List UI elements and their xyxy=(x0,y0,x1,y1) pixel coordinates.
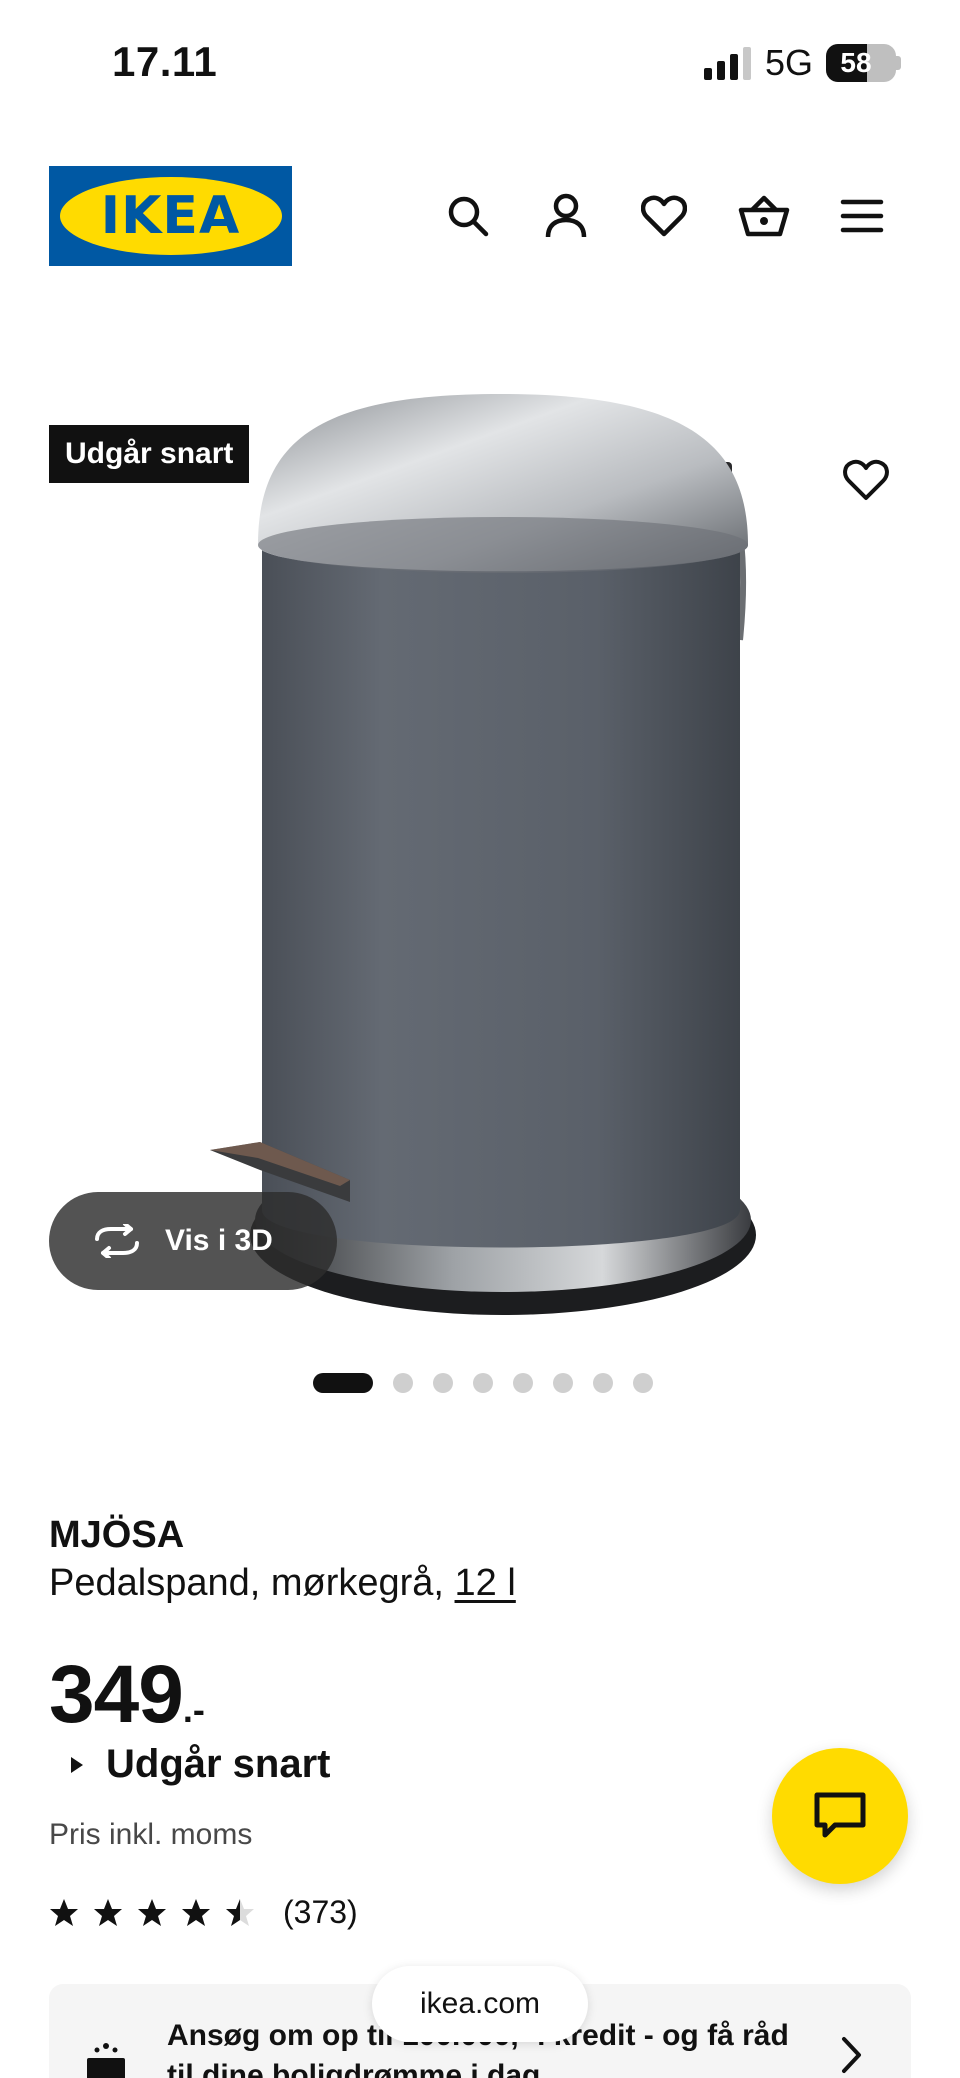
battery-percent: 58 xyxy=(840,47,872,78)
chat-button[interactable] xyxy=(772,1748,908,1884)
product-description: Pedalspand, mørkegrå, 12 l xyxy=(49,1562,516,1605)
search-icon[interactable] xyxy=(436,184,500,248)
carousel-dot[interactable] xyxy=(433,1373,453,1393)
favorite-heart-icon[interactable] xyxy=(834,448,898,512)
credit-icon xyxy=(87,2043,125,2078)
carousel-dot[interactable] xyxy=(553,1373,573,1393)
carousel-dot[interactable] xyxy=(513,1373,533,1393)
browser-url-bar[interactable]: ikea.com xyxy=(372,1966,588,2042)
account-icon[interactable] xyxy=(534,184,598,248)
carousel-dot[interactable] xyxy=(313,1373,373,1393)
product-price: 349.- xyxy=(49,1648,205,1742)
status-bar: 17.11 5G 58 xyxy=(0,0,960,130)
status-time: 17.11 xyxy=(112,38,218,85)
rating-summary[interactable]: (373) xyxy=(49,1894,358,1931)
availability-toggle[interactable]: Udgår snart xyxy=(70,1742,331,1787)
view-in-3d-button[interactable]: Vis i 3D xyxy=(49,1192,337,1290)
logo-text: IKEA xyxy=(100,186,241,246)
site-header: IKEA xyxy=(0,130,960,300)
product-name: MJÖSA xyxy=(49,1514,185,1556)
battery-nub xyxy=(896,56,901,70)
price-decimal: .- xyxy=(182,1689,205,1730)
carousel-dot[interactable] xyxy=(593,1373,613,1393)
carousel-dot[interactable] xyxy=(633,1373,653,1393)
chevron-right-icon xyxy=(842,2037,861,2073)
cart-icon[interactable] xyxy=(732,184,796,248)
carousel-pagination[interactable] xyxy=(313,1373,653,1393)
carousel-dot[interactable] xyxy=(393,1373,413,1393)
menu-icon[interactable] xyxy=(830,184,894,248)
triangle-right-icon xyxy=(71,1756,83,1773)
logo-oval: IKEA xyxy=(59,177,282,255)
star-icon xyxy=(182,1898,210,1926)
heart-icon[interactable] xyxy=(632,184,696,248)
chat-bubble-icon xyxy=(814,1792,866,1838)
signal-icon xyxy=(704,47,751,80)
size-link[interactable]: 12 l xyxy=(455,1562,516,1604)
view-in-3d-label: Vis i 3D xyxy=(165,1224,273,1257)
price-integer: 349 xyxy=(49,1649,184,1740)
rating-stars xyxy=(49,1898,255,1928)
battery-icon: 58 xyxy=(826,44,896,82)
availability-status: Udgår snart xyxy=(106,1742,331,1786)
star-icon xyxy=(138,1898,166,1926)
status-badge: Udgår snart xyxy=(49,425,250,483)
rotate-3d-icon xyxy=(95,1224,139,1258)
product-image-carousel[interactable]: Udgår snart Vis i 3D xyxy=(0,380,960,1340)
carousel-dot[interactable] xyxy=(473,1373,493,1393)
product-type-text: Pedalspand, mørkegrå, xyxy=(49,1562,455,1604)
network-type: 5G xyxy=(765,42,814,83)
star-icon xyxy=(94,1898,122,1926)
rating-count: (373) xyxy=(283,1894,358,1930)
ikea-logo[interactable]: IKEA xyxy=(49,166,292,266)
star-icon xyxy=(226,1898,254,1926)
star-icon xyxy=(50,1898,78,1926)
vat-note: Pris inkl. moms xyxy=(49,1818,253,1851)
